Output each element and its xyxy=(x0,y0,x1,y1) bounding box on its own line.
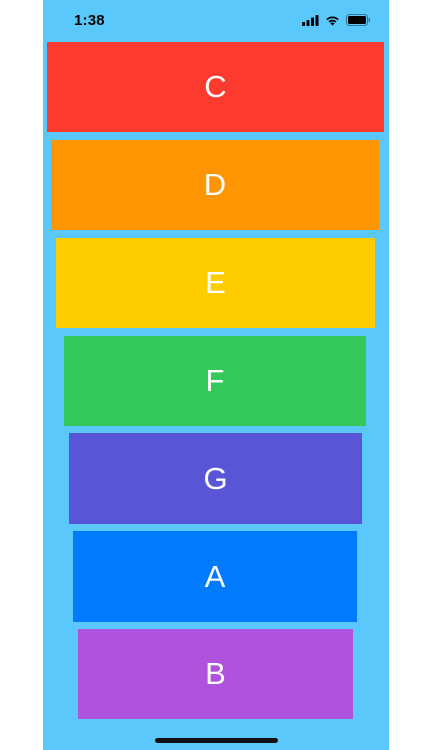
key-c[interactable]: C xyxy=(47,42,384,132)
key-g[interactable]: G xyxy=(69,433,362,524)
cellular-signal-icon xyxy=(302,14,319,26)
battery-icon xyxy=(346,14,371,26)
status-icons xyxy=(302,14,371,26)
key-label: G xyxy=(203,460,228,496)
wifi-icon xyxy=(325,15,340,26)
status-bar: 1:38 xyxy=(43,0,389,42)
key-e[interactable]: E xyxy=(56,238,375,328)
key-a[interactable]: A xyxy=(73,531,357,622)
key-label: C xyxy=(204,69,227,104)
key-label: A xyxy=(204,558,226,594)
home-indicator[interactable] xyxy=(155,738,278,743)
key-label: D xyxy=(203,167,227,202)
key-label: F xyxy=(205,363,225,398)
key-d[interactable]: D xyxy=(51,140,379,230)
status-time: 1:38 xyxy=(74,12,105,29)
key-b[interactable]: B xyxy=(78,629,353,719)
key-label: E xyxy=(205,265,226,300)
key-label: B xyxy=(205,656,226,691)
app-screen: 1:38 C D E F G A B xyxy=(43,0,389,750)
key-f[interactable]: F xyxy=(64,336,366,426)
